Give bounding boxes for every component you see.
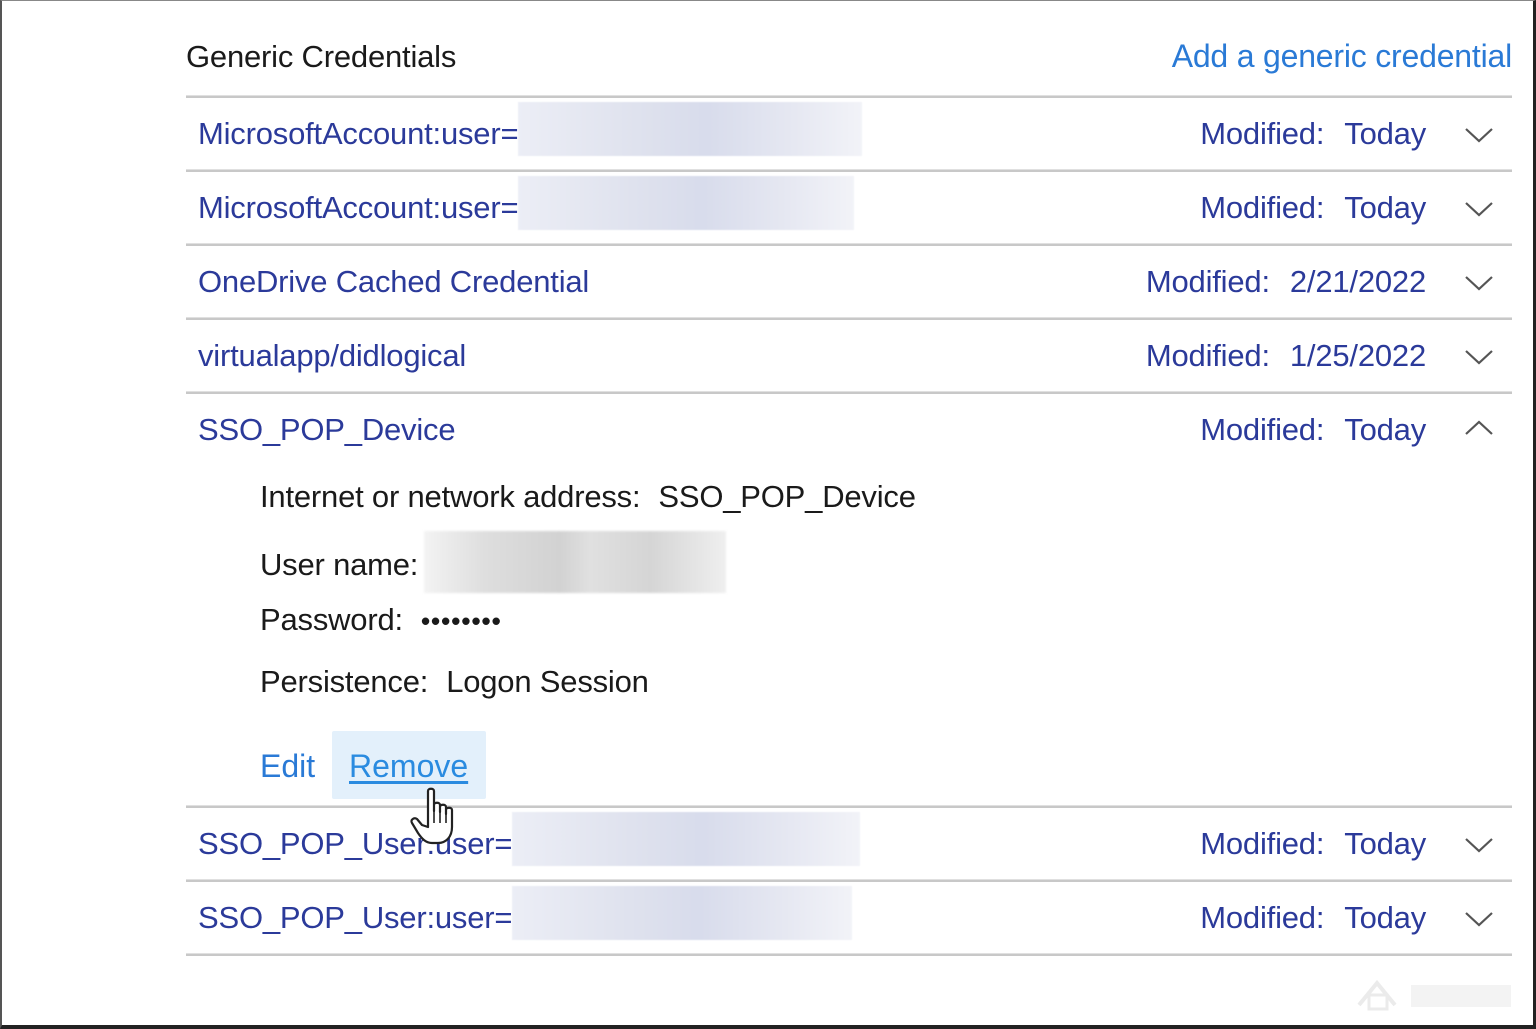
chevron-down-icon[interactable]	[1464, 904, 1494, 934]
redacted-value	[512, 812, 861, 866]
modified-info: Modified: Today	[1200, 900, 1426, 935]
modified-info: Modified: Today	[1200, 190, 1426, 225]
chevron-down-icon[interactable]	[1464, 342, 1494, 372]
credential-row[interactable]: SSO_POP_User:user= Modified: Today	[186, 808, 1512, 879]
credential-name[interactable]: SSO_POP_User:user=	[198, 886, 853, 940]
add-generic-credential-link[interactable]: Add a generic credential	[1172, 38, 1513, 75]
credential-row[interactable]: OneDrive Cached Credential Modified: 2/21…	[186, 246, 1512, 317]
credential-name[interactable]: SSO_POP_Device	[198, 412, 456, 448]
hand-pointer-cursor-icon	[408, 787, 464, 847]
credential-manager-window: Generic Credentials Add a generic creden…	[0, 0, 1536, 1029]
credential-details: Internet or network address: SSO_POP_Devi…	[186, 465, 1512, 805]
credential-row[interactable]: MicrosoftAccount:user= Modified: Today	[186, 98, 1512, 169]
persistence-line: Persistence: Logon Session	[260, 664, 649, 699]
credential-row[interactable]: virtualapp/didlogical Modified: 1/25/2022	[186, 320, 1512, 391]
divider	[186, 953, 1512, 956]
redacted-value	[518, 102, 863, 156]
username-line: User name:	[260, 531, 727, 593]
credential-row-expanded[interactable]: SSO_POP_Device Modified: Today	[186, 394, 1512, 465]
redacted-value	[512, 886, 853, 940]
credential-name[interactable]: SSO_POP_User:user=	[198, 812, 861, 866]
modified-info: Modified: Today	[1200, 116, 1426, 151]
credential-name[interactable]: MicrosoftAccount:user=	[198, 176, 855, 230]
chevron-up-icon[interactable]	[1464, 416, 1494, 446]
chevron-down-icon[interactable]	[1464, 830, 1494, 860]
modified-info: Modified: Today	[1200, 412, 1426, 447]
credential-name[interactable]: MicrosoftAccount:user=	[198, 102, 863, 156]
modified-info: Modified: 2/21/2022	[1145, 264, 1426, 299]
modified-info: Modified: Today	[1200, 826, 1426, 861]
chevron-down-icon[interactable]	[1464, 268, 1494, 298]
password-line: Password: ••••••••	[260, 602, 502, 637]
credential-row[interactable]: MicrosoftAccount:user= Modified: Today	[186, 172, 1512, 243]
edit-link[interactable]: Edit	[260, 748, 315, 785]
credential-name[interactable]: virtualapp/didlogical	[198, 338, 466, 374]
watermark-logo	[1353, 975, 1523, 1015]
generic-credentials-panel: Generic Credentials Add a generic creden…	[186, 21, 1512, 956]
section-title: Generic Credentials	[186, 39, 457, 74]
redacted-username	[424, 531, 727, 593]
credential-row[interactable]: SSO_POP_User:user= Modified: Today	[186, 882, 1512, 953]
credential-name[interactable]: OneDrive Cached Credential	[198, 264, 589, 300]
address-line: Internet or network address: SSO_POP_Devi…	[260, 479, 916, 514]
section-header: Generic Credentials Add a generic creden…	[186, 21, 1512, 95]
modified-info: Modified: 1/25/2022	[1145, 338, 1426, 373]
redacted-value	[518, 176, 855, 230]
chevron-down-icon[interactable]	[1464, 120, 1494, 150]
chevron-down-icon[interactable]	[1464, 194, 1494, 224]
